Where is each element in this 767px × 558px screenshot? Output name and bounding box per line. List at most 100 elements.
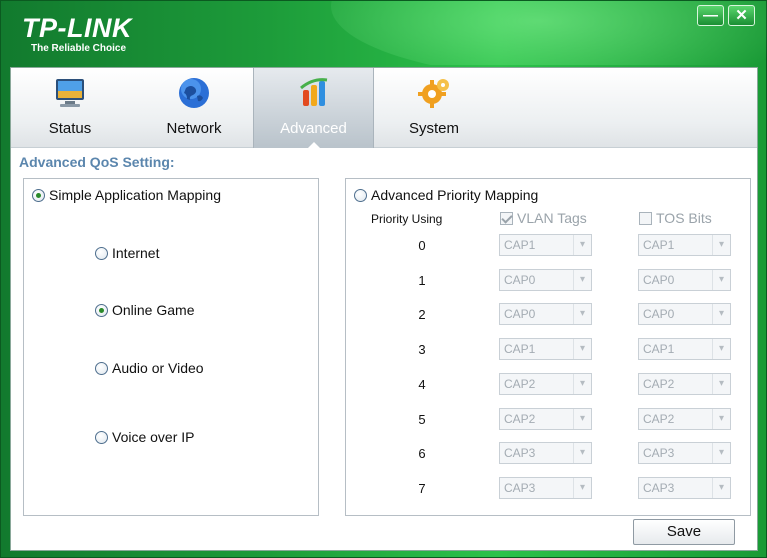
select-value: CAP0 <box>504 273 536 287</box>
select-value: CAP2 <box>643 377 675 391</box>
main-panel: Status Network Advanced System Advanced … <box>10 67 758 551</box>
tos-cap-select[interactable]: CAP0 ▾ <box>638 269 731 291</box>
tab-network-label: Network <box>166 120 222 137</box>
select-value: CAP2 <box>643 412 675 426</box>
tab-advanced[interactable]: Advanced <box>253 68 374 149</box>
select-value: CAP1 <box>504 238 536 252</box>
advanced-mapping-label: Advanced Priority Mapping <box>371 187 539 203</box>
chevron-down-icon: ▾ <box>712 374 730 394</box>
vlan-cap-select[interactable]: CAP3 ▾ <box>499 442 592 464</box>
checkbox-indicator <box>639 211 652 225</box>
tos-cap-select[interactable]: CAP1 ▾ <box>638 234 731 256</box>
brand-tagline: The Reliable Choice <box>31 43 127 54</box>
chevron-down-icon: ▾ <box>573 478 591 498</box>
select-value: CAP3 <box>504 481 536 495</box>
vlan-tags-checkbox[interactable]: VLAN Tags <box>500 210 587 226</box>
chevron-down-icon: ▾ <box>573 374 591 394</box>
priority-value: 3 <box>418 342 426 357</box>
chevron-down-icon: ▾ <box>712 235 730 255</box>
selected-tab-caret <box>306 142 321 149</box>
priority-value: 6 <box>418 446 426 461</box>
tos-cap-select[interactable]: CAP3 ▾ <box>638 442 731 464</box>
select-value: CAP0 <box>504 307 536 321</box>
vlan-cap-select[interactable]: CAP0 ▾ <box>499 303 592 325</box>
advanced-chart-icon <box>299 78 327 106</box>
simple-mapping-label: Simple Application Mapping <box>49 187 221 203</box>
select-value: CAP1 <box>643 342 675 356</box>
checkbox-indicator <box>500 211 513 225</box>
radio-indicator <box>95 303 108 317</box>
select-value: CAP0 <box>643 307 675 321</box>
vlan-cap-select[interactable]: CAP3 ▾ <box>499 477 592 499</box>
tos-cap-select[interactable]: CAP1 ▾ <box>638 338 731 360</box>
save-button[interactable]: Save <box>633 519 735 545</box>
priority-using-label: Priority Using <box>371 212 443 226</box>
radio-indicator <box>95 361 108 375</box>
advanced-mapping-panel: Advanced Priority Mapping Priority Using… <box>345 178 751 516</box>
chevron-down-icon: ▾ <box>573 235 591 255</box>
simple-mapping-panel: Simple Application Mapping Internet Onli… <box>23 178 319 516</box>
chevron-down-icon: ▾ <box>712 270 730 290</box>
chevron-down-icon: ▾ <box>712 409 730 429</box>
option-label: Internet <box>112 245 160 261</box>
globe-icon <box>179 78 209 108</box>
select-value: CAP2 <box>504 377 536 391</box>
option-online-game-radio[interactable]: Online Game <box>95 302 194 318</box>
select-value: CAP3 <box>643 481 675 495</box>
tab-system[interactable]: System <box>389 68 479 148</box>
option-label: Online Game <box>112 302 195 318</box>
radio-indicator <box>354 188 367 202</box>
vlan-cap-select[interactable]: CAP2 ▾ <box>499 373 592 395</box>
vlan-cap-select[interactable]: CAP2 ▾ <box>499 408 592 430</box>
option-voip-radio[interactable]: Voice over IP <box>95 429 195 445</box>
tab-bar: Status Network Advanced System <box>11 68 757 149</box>
radio-indicator <box>95 246 108 260</box>
radio-indicator <box>32 188 45 202</box>
tos-cap-select[interactable]: CAP2 ▾ <box>638 408 731 430</box>
title-bar: TP-LINK The Reliable Choice — ✕ <box>1 1 767 65</box>
minimize-button[interactable]: — <box>697 5 724 26</box>
close-button[interactable]: ✕ <box>728 5 755 26</box>
tos-bits-checkbox[interactable]: TOS Bits <box>639 210 712 226</box>
priority-value: 7 <box>418 481 426 496</box>
advanced-mapping-radio[interactable]: Advanced Priority Mapping <box>354 187 538 203</box>
monitor-icon <box>56 79 84 107</box>
select-value: CAP1 <box>643 238 675 252</box>
simple-mapping-radio[interactable]: Simple Application Mapping <box>32 187 221 203</box>
section-title: Advanced QoS Setting: <box>19 154 175 170</box>
priority-value: 1 <box>418 273 426 288</box>
tos-cap-select[interactable]: CAP3 ▾ <box>638 477 731 499</box>
chevron-down-icon: ▾ <box>573 304 591 324</box>
select-value: CAP2 <box>504 412 536 426</box>
tos-cap-select[interactable]: CAP2 ▾ <box>638 373 731 395</box>
vlan-cap-select[interactable]: CAP1 ▾ <box>499 338 592 360</box>
chevron-down-icon: ▾ <box>573 443 591 463</box>
select-value: CAP0 <box>643 273 675 287</box>
gear-icon <box>418 79 449 108</box>
tos-bits-label: TOS Bits <box>656 210 712 226</box>
chevron-down-icon: ▾ <box>712 478 730 498</box>
option-audio-video-radio[interactable]: Audio or Video <box>95 360 204 376</box>
chevron-down-icon: ▾ <box>573 270 591 290</box>
tab-network[interactable]: Network <box>149 68 239 148</box>
chevron-down-icon: ▾ <box>573 339 591 359</box>
vlan-tags-label: VLAN Tags <box>517 210 587 226</box>
vlan-cap-select[interactable]: CAP1 ▾ <box>499 234 592 256</box>
option-internet-radio[interactable]: Internet <box>95 245 159 261</box>
tab-status[interactable]: Status <box>25 68 115 148</box>
option-label: Audio or Video <box>112 360 204 376</box>
vlan-cap-select[interactable]: CAP0 ▾ <box>499 269 592 291</box>
option-label: Voice over IP <box>112 429 195 445</box>
app-window: TP-LINK The Reliable Choice — ✕ Status N… <box>0 0 767 558</box>
select-value: CAP1 <box>504 342 536 356</box>
chevron-down-icon: ▾ <box>712 443 730 463</box>
radio-indicator <box>95 430 108 444</box>
tab-status-label: Status <box>48 120 92 137</box>
tos-cap-select[interactable]: CAP0 ▾ <box>638 303 731 325</box>
tab-system-label: System <box>408 120 459 137</box>
select-value: CAP3 <box>643 446 675 460</box>
select-value: CAP3 <box>504 446 536 460</box>
priority-value: 2 <box>418 307 426 322</box>
priority-value: 5 <box>418 412 426 427</box>
priority-value: 0 <box>418 238 426 253</box>
